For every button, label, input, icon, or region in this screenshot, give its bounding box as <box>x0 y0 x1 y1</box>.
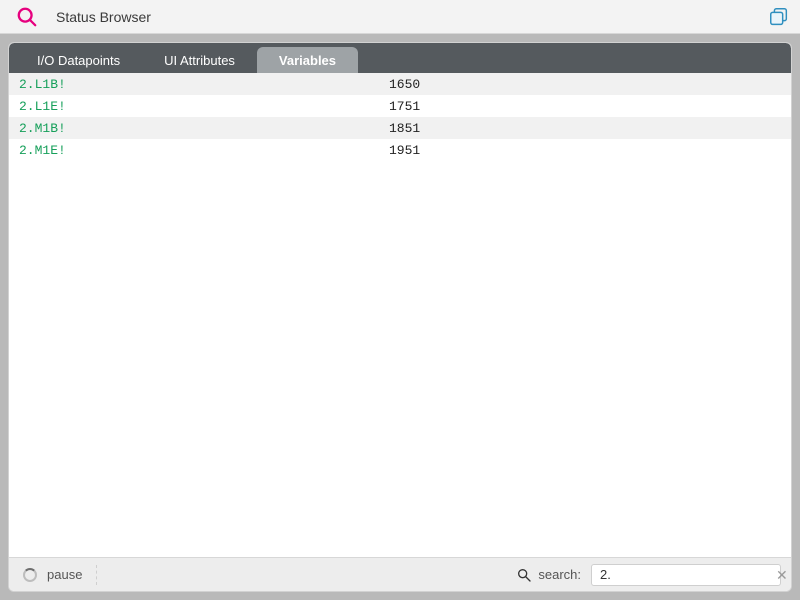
var-name: 2.M1E! <box>9 143 389 158</box>
var-value: 1951 <box>389 143 791 158</box>
main-panel: I/O Datapoints UI Attributes Variables 2… <box>8 42 792 592</box>
search-input[interactable] <box>600 567 776 582</box>
table-row[interactable]: 2.M1E! 1951 <box>9 139 791 161</box>
windows-icon[interactable] <box>768 6 790 28</box>
page-title: Status Browser <box>56 9 151 25</box>
tab-strip: I/O Datapoints UI Attributes Variables <box>9 43 791 73</box>
var-name: 2.M1B! <box>9 121 389 136</box>
tab-io-datapoints[interactable]: I/O Datapoints <box>15 47 142 73</box>
var-value: 1851 <box>389 121 791 136</box>
main-frame: I/O Datapoints UI Attributes Variables 2… <box>0 34 800 600</box>
var-name: 2.L1E! <box>9 99 389 114</box>
tab-ui-attributes[interactable]: UI Attributes <box>142 47 257 73</box>
variable-table: 2.L1B! 1650 2.L1E! 1751 2.M1B! 1851 2.M1… <box>9 73 791 557</box>
var-value: 1650 <box>389 77 791 92</box>
table-row[interactable]: 2.L1E! 1751 <box>9 95 791 117</box>
var-name: 2.L1B! <box>9 77 389 92</box>
tab-label: UI Attributes <box>164 53 235 68</box>
search-box: ✕ <box>591 564 781 586</box>
spinner-icon <box>23 568 37 582</box>
table-row[interactable]: 2.L1B! 1650 <box>9 73 791 95</box>
table-row[interactable]: 2.M1B! 1851 <box>9 117 791 139</box>
footer-bar: pause search: ✕ <box>9 557 791 591</box>
tab-variables[interactable]: Variables <box>257 47 358 73</box>
tab-label: Variables <box>279 53 336 68</box>
pause-button[interactable]: pause <box>47 567 82 582</box>
search-label: search: <box>538 567 581 582</box>
header-bar: Status Browser <box>0 0 800 34</box>
search-icon <box>16 6 38 28</box>
var-value: 1751 <box>389 99 791 114</box>
clear-search-icon[interactable]: ✕ <box>776 568 788 582</box>
tab-label: I/O Datapoints <box>37 53 120 68</box>
divider <box>96 565 97 585</box>
search-icon <box>516 567 532 583</box>
